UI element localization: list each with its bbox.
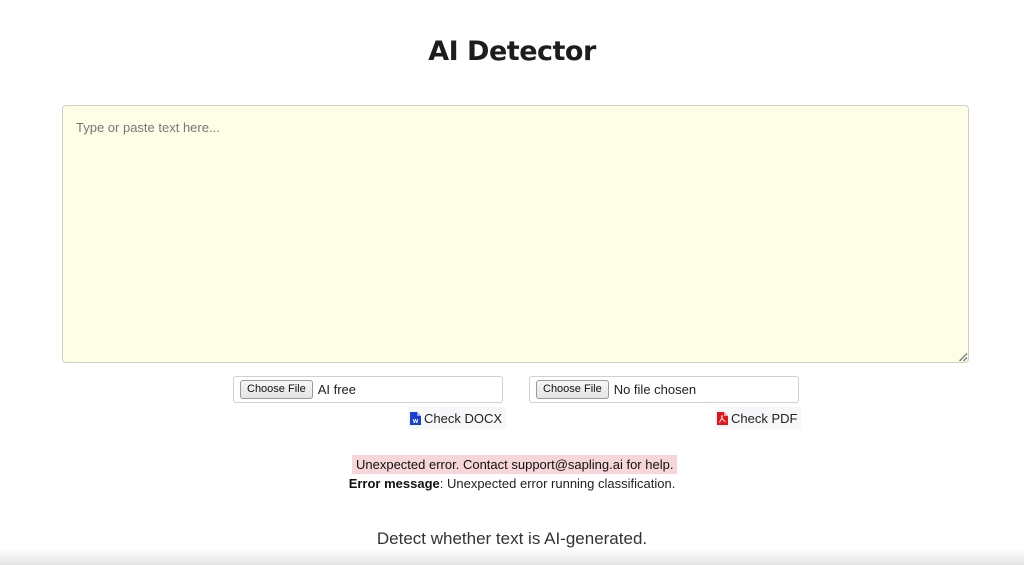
tagline: Detect whether text is AI-generated. [376,529,648,548]
svg-text:W: W [413,419,419,425]
bottom-shadow [0,548,1024,565]
word-file-icon: W [410,411,421,425]
page-title: AI Detector [428,36,596,67]
docx-file-input[interactable]: Choose File AI free [233,376,503,403]
check-pdf-label: Check PDF [731,410,798,426]
text-input[interactable] [62,105,969,363]
check-pdf-button[interactable]: Check PDF [715,407,802,429]
error-message-text: : Unexpected error running classificatio… [439,476,676,491]
page: AI Detector Choose File AI free W Check … [0,0,1024,565]
pdf-file-input[interactable]: Choose File No file chosen [529,376,799,403]
pdf-file-name: No file chosen [613,382,697,397]
check-docx-button[interactable]: W Check DOCX [408,407,507,429]
docx-choose-file-button[interactable]: Choose File [240,380,313,399]
pdf-choose-file-button[interactable]: Choose File [536,380,609,399]
error-banner: Unexpected error. Contact support@saplin… [352,455,678,474]
docx-file-name: AI free [317,382,356,397]
pdf-file-icon [717,411,728,425]
error-detail: Error message: Unexpected error running … [0,475,1024,493]
check-docx-label: Check DOCX [424,410,503,426]
error-message-label: Error message [348,476,440,491]
